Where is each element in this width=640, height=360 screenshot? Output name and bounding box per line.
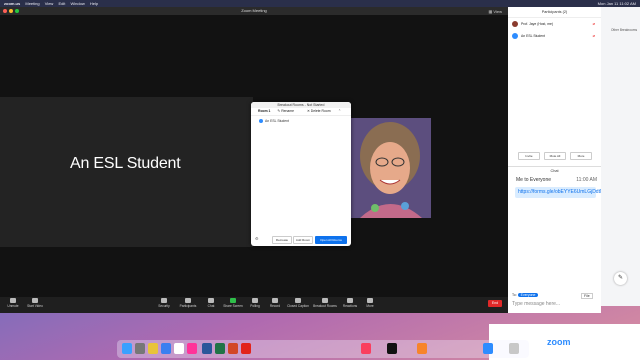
to-label: To: — [512, 293, 517, 297]
room-1-label[interactable]: Room 1 — [258, 109, 270, 113]
minimize-window-button[interactable] — [9, 9, 13, 13]
participant-row[interactable]: An ESL Student ⌀ — [508, 30, 601, 42]
avatar — [512, 21, 518, 28]
macos-menubar: zoom.us Meeting View Edit Window Help Mo… — [0, 0, 640, 7]
chat-title: Chat — [550, 169, 559, 173]
view-label: View — [493, 9, 502, 14]
mic-muted-icon[interactable]: ⌀ — [593, 30, 595, 42]
rename-label: Rename — [281, 109, 295, 113]
avatar — [259, 119, 263, 124]
chat-recipient-row: To: Everyone File — [512, 293, 593, 299]
excel-icon[interactable] — [215, 343, 225, 354]
reactions-icon — [347, 298, 353, 303]
menubar-clock: Mon Jan 11 11:02 AM — [597, 1, 636, 6]
side-panel: Participants (2) Prof. Jaye (Host, me) ⌀… — [508, 7, 607, 314]
chrome-icon[interactable] — [148, 343, 158, 354]
zoom-app-icon[interactable] — [483, 343, 493, 354]
chat-sender: Me to Everyone — [516, 177, 552, 183]
delete-room-button[interactable]: ✕ Delete Room — [307, 109, 337, 113]
word-icon[interactable] — [202, 343, 212, 354]
tv-icon[interactable] — [387, 343, 397, 354]
menubar-item-window[interactable]: Window — [70, 0, 84, 7]
participants-icon — [185, 298, 191, 303]
participants-title: Participants (2) — [508, 7, 601, 18]
zoom-logo: zoom — [547, 337, 571, 347]
end-meeting-button[interactable]: End — [488, 300, 502, 307]
macos-dock — [117, 340, 529, 358]
recipient-select[interactable]: Everyone — [517, 293, 539, 297]
breakout-participant[interactable]: An ESL Student — [251, 116, 351, 124]
breakout-rooms-dialog: Breakout Rooms - Not Started Room 1 ✎ Re… — [251, 102, 351, 246]
breakout-room-header: Room 1 ✎ Rename ✕ Delete Room ⌃ — [251, 108, 351, 116]
recreate-button[interactable]: Recreate — [272, 236, 292, 244]
participant-photo-icon — [350, 118, 431, 218]
safari-icon[interactable] — [161, 343, 171, 354]
open-all-rooms-button[interactable]: Open All Rooms — [315, 236, 347, 244]
breakout-rooms-button[interactable]: Breakout Rooms — [312, 298, 338, 308]
settings-gear-icon[interactable]: ⚙ — [255, 236, 259, 241]
share-screen-icon — [230, 298, 236, 303]
menubar-app[interactable]: zoom.us — [4, 0, 20, 7]
chat-panel: Chat Me to Everyone 11:00 AM https://for… — [508, 166, 607, 314]
firefox-icon[interactable] — [417, 343, 427, 354]
file-button[interactable]: File — [581, 293, 593, 299]
participant-row[interactable]: Prof. Jaye (Host, me) ⌀ — [508, 18, 601, 30]
polling-icon — [252, 298, 258, 303]
photos-icon[interactable] — [187, 343, 197, 354]
calendar-icon[interactable] — [174, 343, 184, 354]
rename-room-button[interactable]: ✎ Rename — [277, 109, 300, 113]
security-button[interactable]: Security — [151, 298, 177, 308]
right-panel: Other Breakrooms — [601, 7, 640, 306]
delete-label: Delete Room — [310, 109, 331, 113]
video-off-icon — [32, 298, 38, 303]
more-button[interactable]: More — [357, 298, 383, 308]
mic-muted-icon — [10, 298, 16, 303]
menubar-item-edit[interactable]: Edit — [58, 0, 65, 7]
acrobat-icon[interactable] — [241, 343, 251, 354]
chat-message-link[interactable]: https://forms.gle/obEYYE6UmLGjDdtNA — [515, 187, 607, 198]
mic-muted-icon[interactable]: ⌀ — [593, 18, 595, 30]
finder-icon[interactable] — [122, 343, 132, 354]
breakout-rooms-icon — [322, 298, 328, 303]
participant-name: An ESL Student — [521, 34, 546, 38]
window-titlebar: Zoom Meeting ▦ View — [0, 7, 508, 15]
trash-icon[interactable] — [509, 343, 519, 354]
video-stage: An ESL Student Breakout Rooms - Not Star… — [0, 15, 508, 305]
music-icon[interactable] — [361, 343, 371, 354]
breakout-footer: ⚙ Recreate Add Room Open All Rooms — [251, 236, 351, 244]
closed-caption-button[interactable]: Closed Caption — [285, 298, 311, 308]
more-participants-button[interactable]: More — [570, 152, 592, 160]
more-icon — [367, 298, 373, 303]
participant-name: Prof. Jaye (Host, me) — [521, 22, 554, 26]
powerpoint-icon[interactable] — [228, 343, 238, 354]
menubar-item-meeting[interactable]: Meeting — [25, 0, 39, 7]
speaker-tile[interactable]: An ESL Student — [0, 97, 253, 247]
window-title: Zoom Meeting — [241, 8, 267, 13]
avatar — [512, 33, 518, 40]
chat-icon — [208, 298, 214, 303]
cc-icon — [295, 298, 301, 303]
record-icon — [272, 298, 278, 303]
chat-input[interactable]: Type message here... — [512, 301, 596, 307]
zoom-meeting-window: Zoom Meeting ▦ View An ESL Student Break… — [0, 7, 508, 313]
add-room-button[interactable]: Add Room — [293, 236, 313, 244]
speaker-name: An ESL Student — [70, 155, 181, 172]
collapse-icon[interactable]: ⌃ — [338, 108, 341, 115]
invite-button[interactable]: Invite — [518, 152, 540, 160]
participant-video[interactable] — [350, 118, 431, 218]
menubar-item-help[interactable]: Help — [90, 0, 98, 7]
launchpad-icon[interactable] — [135, 343, 145, 354]
chat-time: 11:00 AM — [576, 177, 597, 183]
breakout-participant-name: An ESL Student — [265, 119, 290, 123]
start-video-button[interactable]: Start Video — [22, 298, 48, 308]
mute-all-button[interactable]: Mute All — [544, 152, 566, 160]
close-window-button[interactable] — [3, 9, 7, 13]
zoom-window-button[interactable] — [15, 9, 19, 13]
menubar-item-view[interactable]: View — [45, 0, 54, 7]
edit-pencil-icon[interactable]: ✎ — [614, 272, 627, 285]
other-breakrooms-label: Other Breakrooms — [611, 28, 638, 32]
shield-icon — [161, 298, 167, 303]
meeting-toolbar: Unmute Start Video Security Participants… — [0, 297, 508, 313]
